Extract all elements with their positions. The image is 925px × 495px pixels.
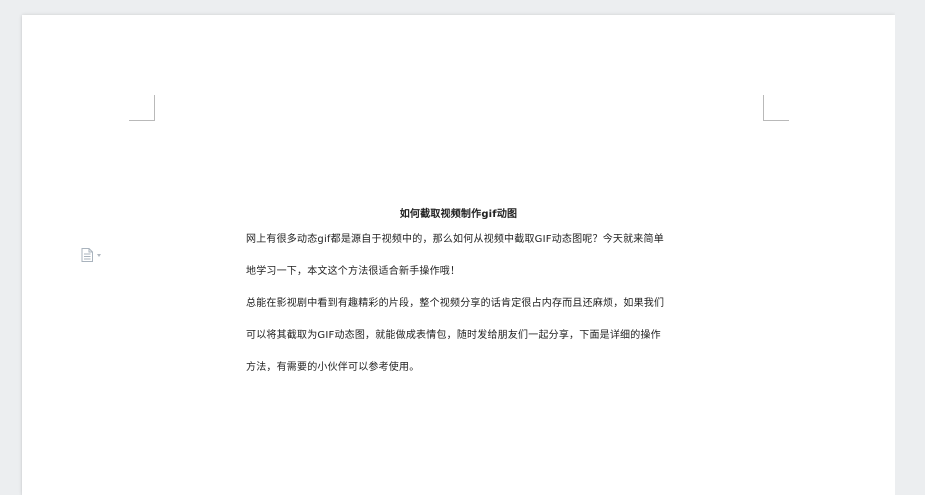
- paragraph-layout-button[interactable]: [81, 248, 101, 262]
- top-right-crop-mark: [763, 95, 789, 121]
- chevron-down-icon: [97, 254, 101, 257]
- document-title: 如何截取视频制作gif动图: [399, 209, 518, 220]
- top-left-crop-mark: [129, 95, 155, 121]
- document-icon: [81, 248, 93, 262]
- document-page[interactable]: 如何截取视频制作gif动图 网上有很多动态gif都是源自于视频中的，那么如何从视…: [22, 15, 895, 495]
- paragraph-1: 网上有很多动态gif都是源自于视频中的，那么如何从视频中截取GIF动态图呢？今天…: [246, 234, 664, 277]
- editor-canvas: 如何截取视频制作gif动图 网上有很多动态gif都是源自于视频中的，那么如何从视…: [0, 0, 925, 495]
- document-body[interactable]: 如何截取视频制作gif动图 网上有很多动态gif都是源自于视频中的，那么如何从视…: [246, 208, 671, 384]
- paragraph-2: 总能在影视剧中看到有趣精彩的片段，整个视频分享的话肯定很占内存而且还麻烦，如果我…: [246, 298, 665, 373]
- right-margin-strip: [895, 0, 925, 495]
